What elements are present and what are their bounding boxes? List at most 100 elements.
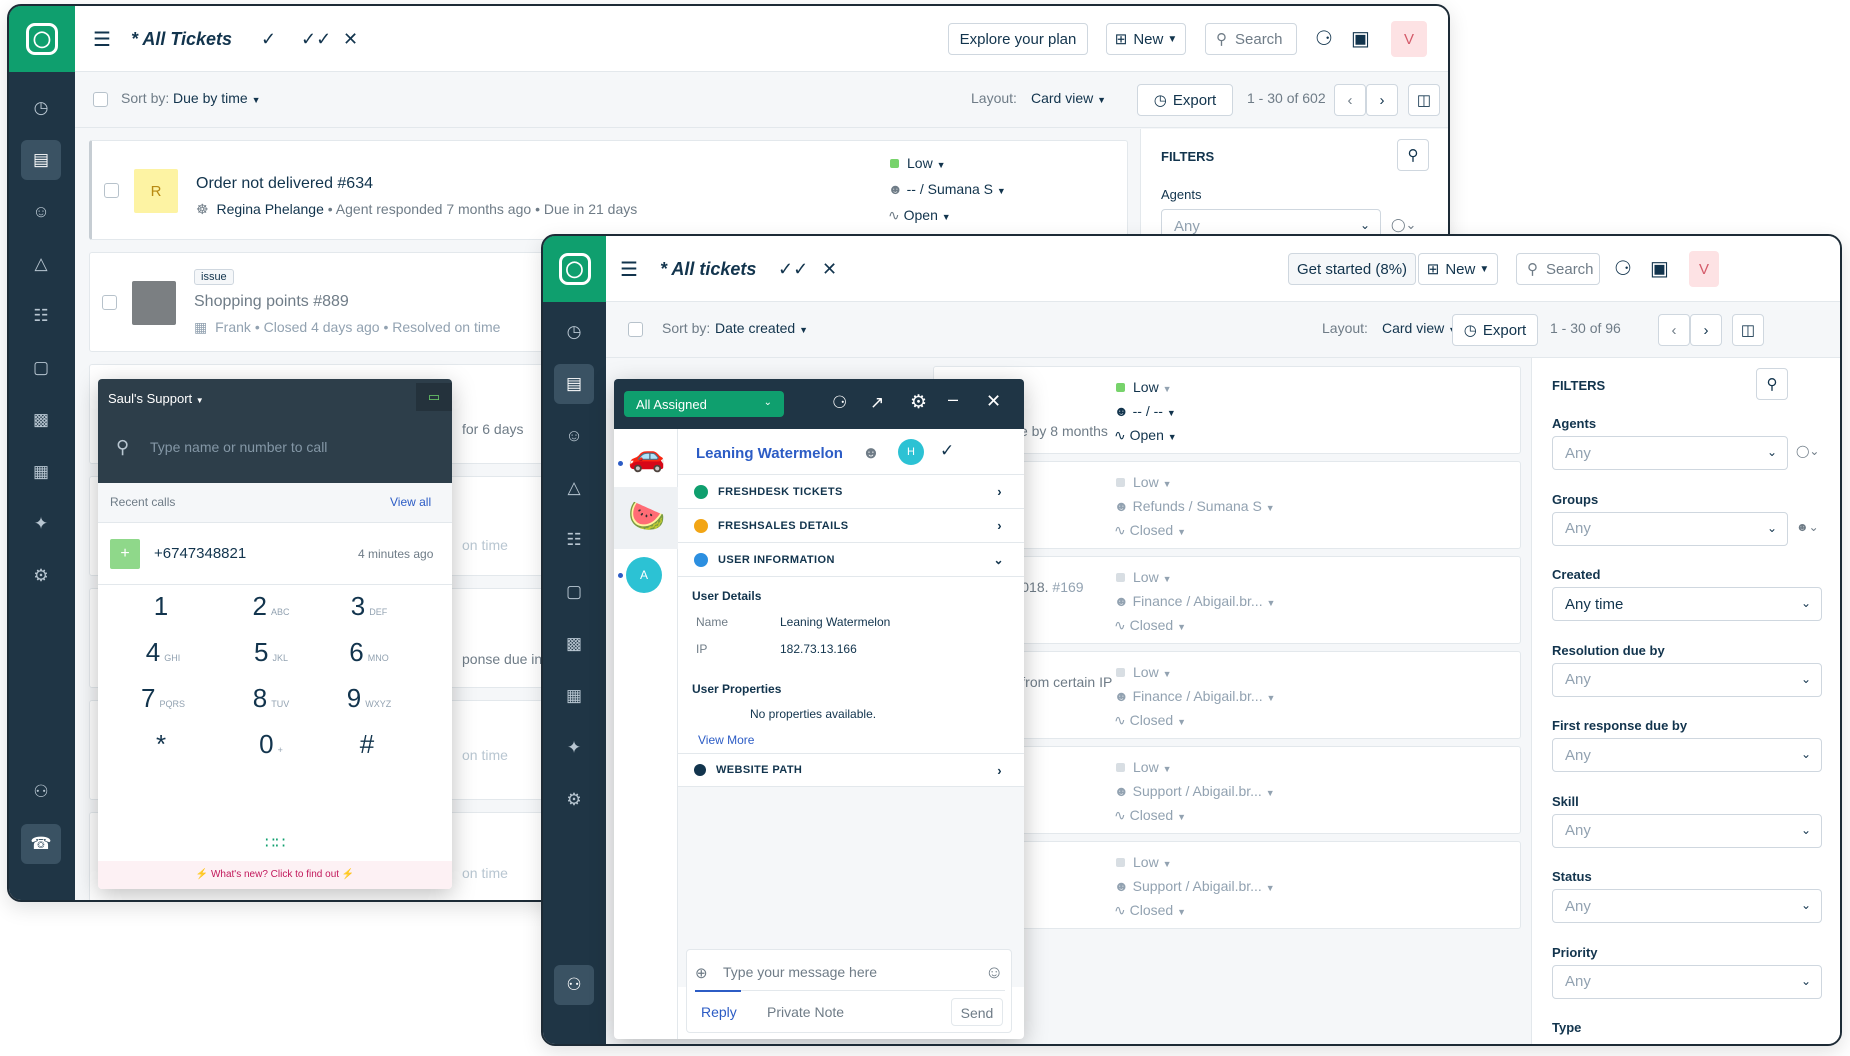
reply-tab[interactable]: Reply <box>701 1004 737 1020</box>
assignee-dropdown[interactable]: ☻ Refunds / Sumana S ▼ <box>1114 498 1275 514</box>
compass-icon[interactable]: ✦ <box>554 728 594 768</box>
user-avatar[interactable]: V <box>1689 251 1719 287</box>
keypad-key[interactable]: 1 <box>108 591 218 622</box>
close-icon[interactable]: ✕ <box>986 391 1001 412</box>
filter-select[interactable]: Any time ⌄ <box>1552 587 1822 621</box>
groups-icon[interactable]: △ <box>554 468 594 508</box>
status-dropdown[interactable]: ∿ Closed ▼ <box>1114 617 1186 634</box>
ticket-card[interactable]: R Order not delivered #634 ☸ Regina Phel… <box>89 140 1128 240</box>
keypad-key[interactable]: 5 JKL <box>216 637 326 668</box>
filter-search-button[interactable]: ⚲ <box>1756 368 1788 400</box>
bot-icon[interactable]: ▩ <box>554 624 594 664</box>
search-button[interactable]: ⚲ Search <box>1205 23 1297 55</box>
filter-select[interactable]: Any ⌄ <box>1552 813 1822 848</box>
chat-icon[interactable]: ⚇ <box>21 772 61 812</box>
double-check-icon[interactable]: ✓✓ <box>778 236 808 302</box>
priority-dropdown[interactable]: Low ▼ <box>1116 759 1172 775</box>
send-button[interactable]: Send <box>951 998 1003 1026</box>
assignee-dropdown[interactable]: ☻ Support / Abigail.br... ▼ <box>1114 783 1275 799</box>
ticket-checkbox[interactable] <box>104 183 119 198</box>
filter-search-button[interactable]: ⚲ <box>1397 139 1429 171</box>
priority-dropdown[interactable]: Low ▼ <box>1116 854 1172 870</box>
gift-icon[interactable]: ▣ <box>1351 26 1370 51</box>
keypad-key[interactable]: 9 WXYZ <box>314 683 424 714</box>
whats-new-banner[interactable]: ⚡ What's new? Click to find out ⚡ <box>98 861 452 889</box>
sort-dropdown[interactable]: Date created ▼ <box>715 320 808 336</box>
settings-gear-icon[interactable]: ⚙ <box>910 391 927 414</box>
filter-select[interactable]: Any ⌄ <box>1552 662 1822 697</box>
phone-icon[interactable]: ☎ <box>21 824 61 864</box>
select-all-checkbox[interactable] <box>93 92 108 107</box>
requester-name[interactable]: Regina Phelange <box>216 201 323 217</box>
status-dropdown[interactable]: ∿ Open ▼ <box>888 207 951 224</box>
layout-dropdown[interactable]: Card view ▼ <box>1382 320 1457 336</box>
double-check-icon[interactable]: ✓✓ <box>301 6 331 72</box>
filter-select[interactable]: Any ⌄ <box>1552 964 1822 999</box>
chat-icon[interactable]: ⚇ <box>554 965 594 1005</box>
export-button[interactable]: ◷ Export <box>1137 84 1233 116</box>
bell-icon[interactable]: ⚆ <box>1614 256 1632 281</box>
check-icon[interactable]: ✓ <box>261 6 276 72</box>
prev-page-button[interactable]: ‹ <box>1658 314 1690 346</box>
settings-gear-icon[interactable]: ⚙ <box>21 556 61 596</box>
section-freshdesk-tickets[interactable]: FRESHDESK TICKETS › <box>678 475 1024 509</box>
filter-select[interactable]: Any ⌄ <box>1552 436 1788 470</box>
resolve-check-icon[interactable]: ✓ <box>940 441 954 461</box>
contacts-icon[interactable]: ☺ <box>21 192 61 232</box>
keypad-key[interactable]: 4 GHI <box>108 637 218 668</box>
emoji-icon[interactable]: ☺ <box>985 962 1003 983</box>
status-dropdown[interactable]: ∿ Closed ▼ <box>1114 902 1186 919</box>
headset-filter-icon[interactable]: ◯⌄ <box>1391 217 1416 233</box>
bell-icon[interactable]: ⚆ <box>832 393 847 413</box>
view-more-link[interactable]: View More <box>698 733 754 747</box>
bell-icon[interactable]: ⚆ <box>1315 26 1333 51</box>
headset-filter-icon[interactable]: ◯⌄ <box>1796 444 1819 458</box>
priority-dropdown[interactable]: Low ▼ <box>1116 474 1172 490</box>
dashboard-icon[interactable]: ◷ <box>554 312 594 352</box>
requester-name[interactable]: Frank <box>215 319 251 335</box>
ticket-checkbox[interactable] <box>102 295 117 310</box>
prev-page-button[interactable]: ‹ <box>1334 84 1366 116</box>
get-started-button[interactable]: Get started (8%) <box>1288 253 1416 285</box>
status-dropdown[interactable]: ∿ Closed ▼ <box>1114 807 1186 824</box>
section-freshsales-details[interactable]: FRESHSALES DETAILS › <box>678 509 1024 543</box>
priority-dropdown[interactable]: Low ▼ <box>1116 569 1172 585</box>
new-button[interactable]: ⊞ New ▼ <box>1106 23 1186 55</box>
contact-name[interactable]: Leaning Watermelon <box>696 445 843 462</box>
filter-select[interactable]: Any ⌄ <box>1552 889 1822 923</box>
bot-icon[interactable]: ▩ <box>21 400 61 440</box>
group-filter-icon[interactable]: ☻⌄ <box>1796 520 1819 534</box>
status-dropdown[interactable]: ∿ Closed ▼ <box>1114 712 1186 729</box>
toggle-panel-button[interactable]: ◫ <box>1732 314 1764 346</box>
layout-dropdown[interactable]: Card view ▼ <box>1031 90 1106 106</box>
keypad-key[interactable]: # <box>314 729 424 760</box>
priority-dropdown[interactable]: Low ▼ <box>1116 664 1172 680</box>
keypad-key[interactable]: * <box>108 729 218 760</box>
next-page-button[interactable]: › <box>1690 314 1722 346</box>
monitor-icon[interactable]: ▭ <box>416 383 452 411</box>
view-all-link[interactable]: View all <box>390 495 431 509</box>
assigned-dropdown[interactable]: All Assigned ⌄ <box>624 391 784 417</box>
keypad-key[interactable]: 7 PQRS <box>108 683 218 714</box>
knowledge-base-icon[interactable]: ☷ <box>554 520 594 560</box>
menu-icon[interactable]: ☰ <box>620 236 638 302</box>
car-avatar-icon[interactable]: 🚗 <box>628 439 665 474</box>
priority-dropdown[interactable]: Low ▼ <box>1116 379 1172 395</box>
next-page-button[interactable]: › <box>1366 84 1398 116</box>
search-button[interactable]: ⚲ Search <box>1516 253 1600 285</box>
keypad-key[interactable]: 8 TUV <box>216 683 326 714</box>
assign-agent-icon[interactable]: ☻ <box>862 443 880 463</box>
contact-avatar[interactable]: A <box>626 557 662 593</box>
export-button[interactable]: ◷ Export <box>1452 314 1538 346</box>
forums-icon[interactable]: ▢ <box>554 572 594 612</box>
dashboard-icon[interactable]: ◷ <box>21 88 61 128</box>
settings-gear-icon[interactable]: ⚙ <box>554 780 594 820</box>
private-note-tab[interactable]: Private Note <box>767 1004 844 1020</box>
dial-search-input[interactable]: Type name or number to call <box>150 439 327 455</box>
toggle-panel-button[interactable]: ◫ <box>1408 84 1440 116</box>
tickets-icon[interactable]: ▤ <box>21 140 61 180</box>
compass-icon[interactable]: ✦ <box>21 504 61 544</box>
reports-icon[interactable]: ▦ <box>554 676 594 716</box>
sort-dropdown[interactable]: Due by time ▼ <box>173 90 261 106</box>
recent-call-item[interactable]: + +6747348821 4 minutes ago <box>98 523 452 585</box>
